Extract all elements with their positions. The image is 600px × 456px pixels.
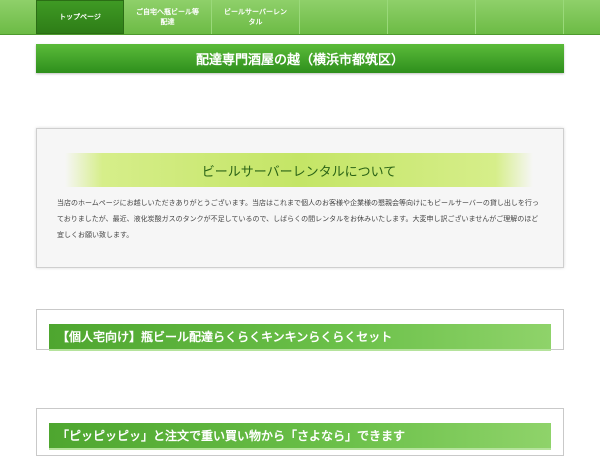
- nav-item-server-rental[interactable]: ビールサーバーレン タル: [212, 0, 300, 34]
- notice-heading: ビールサーバーレンタルについて: [65, 153, 533, 187]
- nav-item-empty-6[interactable]: [476, 0, 564, 34]
- site-title: 配達専門酒屋の越（横浜市都筑区）: [36, 44, 564, 73]
- nav-item-empty-5[interactable]: [388, 0, 476, 34]
- section-box-order: 「ピッピッピッ」と注文で重い買い物から「さよなら」できます: [36, 408, 564, 456]
- nav-item-server-rental-label: ビールサーバーレン タル: [224, 8, 287, 26]
- section-heading-order: 「ピッピッピッ」と注文で重い買い物から「さよなら」できます: [49, 423, 551, 450]
- nav-item-delivery-label: ご自宅へ瓶ビール等 配達: [136, 8, 199, 26]
- nav-item-delivery[interactable]: ご自宅へ瓶ビール等 配達: [124, 0, 212, 34]
- notice-body: 当店のホームページにお越しいただきありがとうございます。当店はこれまで個人のお客…: [57, 199, 539, 239]
- nav-item-top[interactable]: トップページ: [36, 0, 124, 34]
- section-box-home-delivery: 【個人宅向け】瓶ビール配達らくらくキンキンらくらくセット: [36, 309, 564, 351]
- nav-item-top-label: トップページ: [59, 13, 101, 21]
- notice-box: ビールサーバーレンタルについて 当店のホームページにお越しいただきありがとうござ…: [36, 128, 564, 268]
- section-heading-home-delivery: 【個人宅向け】瓶ビール配達らくらくキンキンらくらくセット: [49, 324, 551, 351]
- top-nav: トップページ ご自宅へ瓶ビール等 配達 ビールサーバーレン タル: [0, 0, 600, 35]
- nav-item-empty-4[interactable]: [300, 0, 388, 34]
